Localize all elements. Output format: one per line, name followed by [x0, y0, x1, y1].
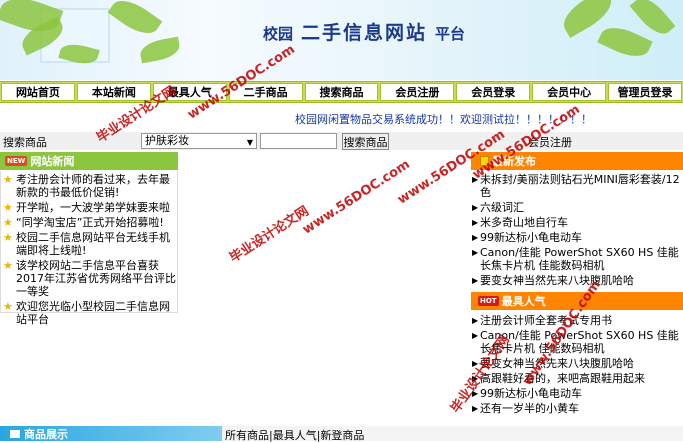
- leaf-decoration: [107, 0, 163, 42]
- release-item[interactable]: ▶ 米多奇山地自行车: [471, 216, 683, 229]
- news-item-label: 欢迎您光临小型校园二手信息网站平台: [16, 300, 170, 326]
- news-header: NEW 网站新闻: [0, 152, 178, 170]
- star-icon: ★: [3, 300, 13, 313]
- hot-item[interactable]: ▶ 还有一岁半的小黄车: [471, 402, 683, 415]
- category-value: 护肤彩妆: [145, 134, 189, 147]
- release-item[interactable]: ▶ 未拆封/美丽法则钻石光MINI唇彩套装/12色: [471, 173, 683, 199]
- leaf-decoration: [138, 36, 182, 64]
- nav-home[interactable]: 网站首页: [1, 83, 75, 101]
- arrow-right-icon: ▶: [472, 404, 479, 413]
- site-title-suffix: 平台: [435, 25, 466, 43]
- release-item-label: 要变女神当然先来八块腹肌哈哈: [480, 274, 634, 287]
- star-icon: ★: [3, 231, 13, 244]
- hot-list: ▶ 注册会计师全套考试专用书 ▶ Canon/佳能 PowerShot SX60 H…: [471, 312, 683, 441]
- leaf-decoration: [597, 20, 653, 64]
- main-nav: 网站首页 本站新闻 最具人气 二手商品 搜索商品 会员注册 会员登录 会员中心 …: [0, 81, 683, 103]
- news-item[interactable]: ★ 考注册会计师的看过来，去年最新款的书最低价促销!: [3, 173, 177, 199]
- banner: 校园 二手信息网站 平台: [0, 0, 683, 80]
- news-item-label: “同学淘宝店”正式开始招募啦!: [16, 216, 164, 229]
- search-input[interactable]: [260, 133, 337, 149]
- search-label: 搜索商品: [3, 136, 47, 149]
- news-item[interactable]: ★ 该学校网站二手信息平台喜获2017年江苏省优秀网络平台评比一等奖: [3, 259, 177, 298]
- news-item-label: 校园二手信息网站平台无线手机端即将上线啦!: [16, 231, 170, 257]
- tab-new-goods[interactable]: 新登商品: [320, 429, 364, 442]
- nav-member-center[interactable]: 会员中心: [532, 83, 607, 101]
- site-title-prefix: 校园: [263, 25, 294, 43]
- star-icon: ★: [3, 201, 13, 214]
- news-list: ★ 考注册会计师的看过来，去年最新款的书最低价促销! ★ 开学啦，一大波学弟学妹要来…: [0, 171, 178, 326]
- release-item-label: 六级词汇: [480, 201, 524, 214]
- release-list: ▶ 未拆封/美丽法则钻石光MINI唇彩套装/12色 ▶ 六级词汇 ▶ 米多奇山地自行车…: [471, 171, 683, 291]
- release-item-label: 米多奇山地自行车: [480, 216, 568, 229]
- site-title-main: 二手信息网站: [301, 22, 428, 44]
- news-item[interactable]: ★ 校园二手信息网站平台无线手机端即将上线啦!: [3, 231, 177, 257]
- tab-popular[interactable]: 最具人气: [273, 429, 317, 442]
- new-badge-icon: NEW: [5, 156, 28, 166]
- search-button[interactable]: 搜索商品: [342, 133, 389, 150]
- release-item[interactable]: ▶ 要变女神当然先来八块腹肌哈哈: [471, 274, 683, 287]
- news-item[interactable]: ★ 开学啦，一大波学弟学妹要来啦: [3, 201, 177, 214]
- release-item[interactable]: ▶ Canon/佳能 PowerShot SX60 HS 佳能长焦卡片机 佳能数码…: [471, 246, 683, 272]
- news-item[interactable]: ★ 欢迎您光临小型校园二手信息网站平台: [3, 300, 177, 326]
- hot-item-label: 要变女神当然先来八块腹肌哈哈: [480, 357, 634, 370]
- arrow-right-icon: ▶: [472, 316, 479, 325]
- release-item-label: 未拆封/美丽法则钻石光MINI唇彩套装/12色: [480, 173, 680, 199]
- promo-header: 商品展示: [0, 426, 222, 441]
- tab-all-goods[interactable]: 所有商品: [225, 429, 269, 442]
- hot-item-label: 还有一岁半的小黄车: [480, 402, 579, 415]
- nav-search[interactable]: 搜索商品: [304, 83, 379, 101]
- star-icon: ★: [3, 216, 13, 229]
- hot-badge-icon: HOT: [478, 296, 499, 306]
- hot-title: 最具人气: [501, 295, 546, 308]
- hot-item[interactable]: ▶ 高跟鞋好看的，来吧高跟鞋用起来: [471, 372, 683, 385]
- watermark-text: 毕业设计论文网: [227, 203, 312, 266]
- news-title: 网站新闻: [30, 155, 75, 168]
- hot-item-label: 高跟鞋好看的，来吧高跟鞋用起来: [480, 372, 645, 385]
- nav-login[interactable]: 会员登录: [456, 83, 531, 101]
- arrow-right-icon: ▶: [472, 233, 479, 242]
- news-item-label: 开学啦，一大波学弟学妹要来啦: [16, 201, 170, 214]
- hot-item-label: 注册会计师全套考试专用书: [480, 314, 612, 327]
- nav-admin-login[interactable]: 管理员登录: [608, 83, 683, 101]
- hot-item[interactable]: ▶ 99新达标小龟电动车: [471, 387, 683, 400]
- hot-item[interactable]: ▶ 要变女神当然先来八块腹肌哈哈: [471, 357, 683, 370]
- news-item[interactable]: ★ “同学淘宝店”正式开始招募啦!: [3, 216, 177, 229]
- promo-title: 商品展示: [24, 427, 68, 441]
- news-item-label: 考注册会计师的看过来，去年最新款的书最低价促销!: [16, 173, 170, 199]
- nav-register[interactable]: 会员注册: [380, 83, 455, 101]
- release-item[interactable]: ▶ 六级词汇: [471, 201, 683, 214]
- arrow-right-icon: ▶: [472, 276, 479, 285]
- release-item[interactable]: ▶ 99新达标小龟电动车: [471, 231, 683, 244]
- category-select[interactable]: 护肤彩妆 ▼: [141, 133, 257, 149]
- arrow-right-icon: ▶: [472, 331, 479, 340]
- news-item-label: 该学校网站二手信息平台喜获2017年江苏省优秀网络平台评比一等奖: [16, 259, 176, 298]
- arrow-right-icon: ▶: [472, 203, 479, 212]
- chevron-down-icon: ▼: [246, 138, 253, 147]
- release-item-label: 99新达标小龟电动车: [480, 231, 582, 244]
- star-icon: ★: [3, 259, 13, 272]
- star-icon: ★: [3, 173, 13, 186]
- arrow-right-icon: ▶: [472, 248, 479, 257]
- box-icon: [10, 429, 20, 438]
- release-item-label: Canon/佳能 PowerShot SX60 HS 佳能长焦卡片机 佳能数码相…: [480, 246, 679, 272]
- hot-item-label: 99新达标小龟电动车: [480, 387, 582, 400]
- arrow-right-icon: ▶: [472, 218, 479, 227]
